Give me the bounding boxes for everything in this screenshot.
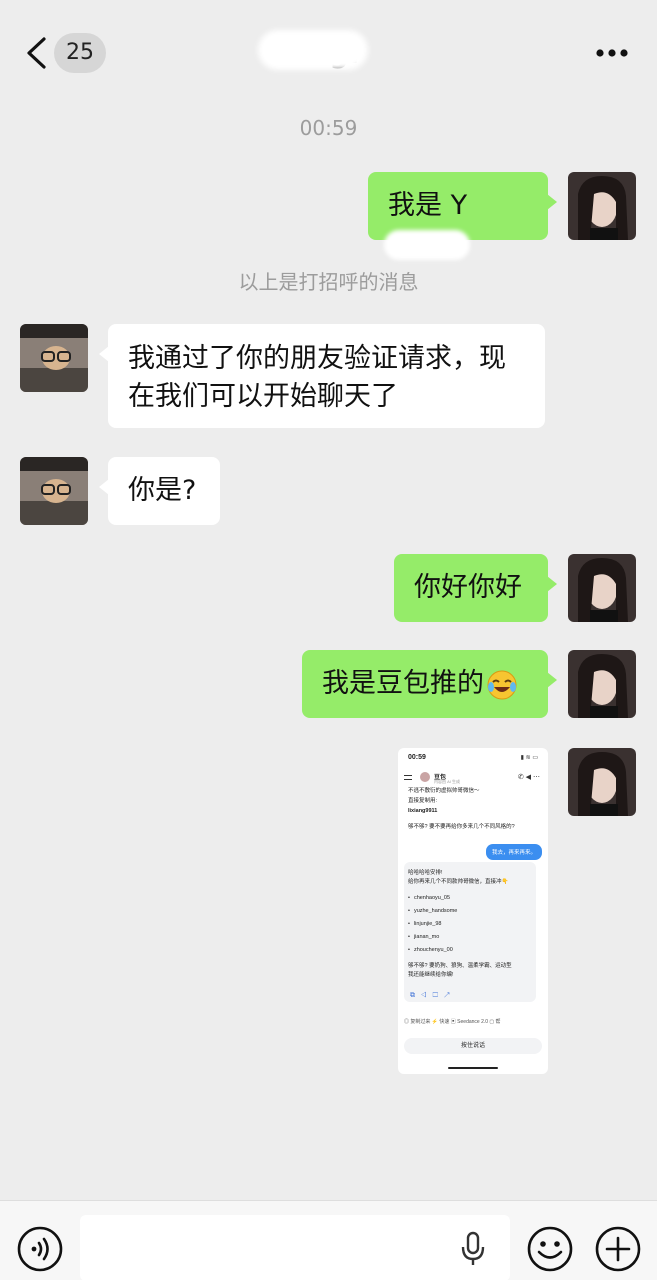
unread-count-badge[interactable]: 25 xyxy=(54,33,106,73)
chevron-left-icon[interactable] xyxy=(24,36,50,70)
contact-message-bubble[interactable]: 你是? xyxy=(99,457,220,525)
reply-text: 直接复制用: xyxy=(408,798,438,804)
status-icons: ▮ ≋ ▭ xyxy=(520,755,538,761)
wechat-id-item: yuzhe_handsome xyxy=(408,908,457,914)
wechat-id-item: chenhaoyu_05 xyxy=(408,895,450,901)
reply-text: 我还能继续给你编! xyxy=(408,972,454,978)
voice-icon[interactable] xyxy=(16,1225,64,1273)
ellipsis-icon[interactable] xyxy=(595,48,629,58)
status-time: 00:59 xyxy=(408,754,426,761)
wechat-id-item: linjunjie_98 xyxy=(408,921,442,927)
reply-text: 够不够? 要不要再给你多来几个不同风格的? xyxy=(408,824,515,830)
reply-text: 给你再来几个不同款帅哥微信，直接冲👇 xyxy=(408,879,509,885)
shared-screenshot-image[interactable]: 00:59 ▮ ≋ ▭ 豆包 内容由 AI 生成 ✆ ◀ ⋯ 不逃不敷衍的虚拟帅… xyxy=(398,748,548,1074)
my-message-bubble[interactable]: 我是 Y xyxy=(368,172,557,260)
my-avatar[interactable] xyxy=(568,748,636,816)
system-note: 以上是打招呼的消息 xyxy=(238,270,419,294)
message-text: 你好你好 xyxy=(414,572,522,603)
chat-header: 25 N g. xyxy=(0,0,657,104)
contact-message-bubble[interactable]: 我通过了你的朋友验证请求，现 在我们可以开始聊天了 xyxy=(99,324,545,428)
wechat-id-item: jianan_mo xyxy=(408,934,439,940)
message-text: 我是 Y xyxy=(388,190,468,221)
title-redaction xyxy=(258,30,368,70)
message-input[interactable] xyxy=(80,1215,510,1280)
my-avatar[interactable] xyxy=(568,650,636,718)
message-text: 我是豆包推的 xyxy=(322,668,484,699)
hold-to-talk-bar: 按住说话 xyxy=(404,1038,542,1054)
my-message-bubble[interactable]: 你好你好 xyxy=(394,554,557,622)
bot-subtitle: 内容由 AI 生成 xyxy=(434,779,461,784)
menu-icon xyxy=(404,775,412,780)
input-toolbar xyxy=(0,1200,657,1280)
laughing-crying-emoji-icon xyxy=(487,670,517,699)
tool-bar: ◎ 复制过来 ⚡ 快速 ▣ Seedance 2.0 ▢ 帮 xyxy=(404,1019,501,1025)
contact-avatar[interactable] xyxy=(20,457,88,525)
reply-action-icons: ⧉◁☐↗ xyxy=(410,992,456,999)
contact-avatar[interactable] xyxy=(20,324,88,392)
smiley-icon[interactable] xyxy=(526,1225,574,1273)
message-text-line: 在我们可以开始聊天了 xyxy=(128,381,398,412)
reply-text: 哈哈哈哈安排! xyxy=(408,870,443,876)
microphone-icon[interactable] xyxy=(460,1231,486,1267)
my-avatar[interactable] xyxy=(568,554,636,622)
text-redaction xyxy=(384,229,470,260)
call-speaker-more-icons: ✆ ◀ ⋯ xyxy=(517,774,540,781)
user-reply-bubble: 我去，再来再来。 xyxy=(485,844,542,860)
message-timestamp: 00:59 xyxy=(299,116,358,140)
bot-avatar xyxy=(420,772,430,782)
message-text-line: 我通过了你的朋友验证请求，现 xyxy=(128,343,506,374)
my-message-bubble[interactable]: 我是豆包推的 xyxy=(302,650,557,718)
reply-text: 够不够? 要奶狗、狼狗、温柔学霸、运动型 xyxy=(408,963,512,969)
plus-icon[interactable] xyxy=(594,1225,642,1273)
message-text: 你是? xyxy=(128,475,197,506)
home-indicator xyxy=(448,1067,498,1069)
wechat-id-item: zhouchenyu_00 xyxy=(408,947,453,953)
my-avatar[interactable] xyxy=(568,172,636,240)
wechat-id-text: lixiang9911 xyxy=(408,808,438,814)
reply-text: 不逃不敷衍的虚拟帅哥微信～ xyxy=(408,788,480,794)
